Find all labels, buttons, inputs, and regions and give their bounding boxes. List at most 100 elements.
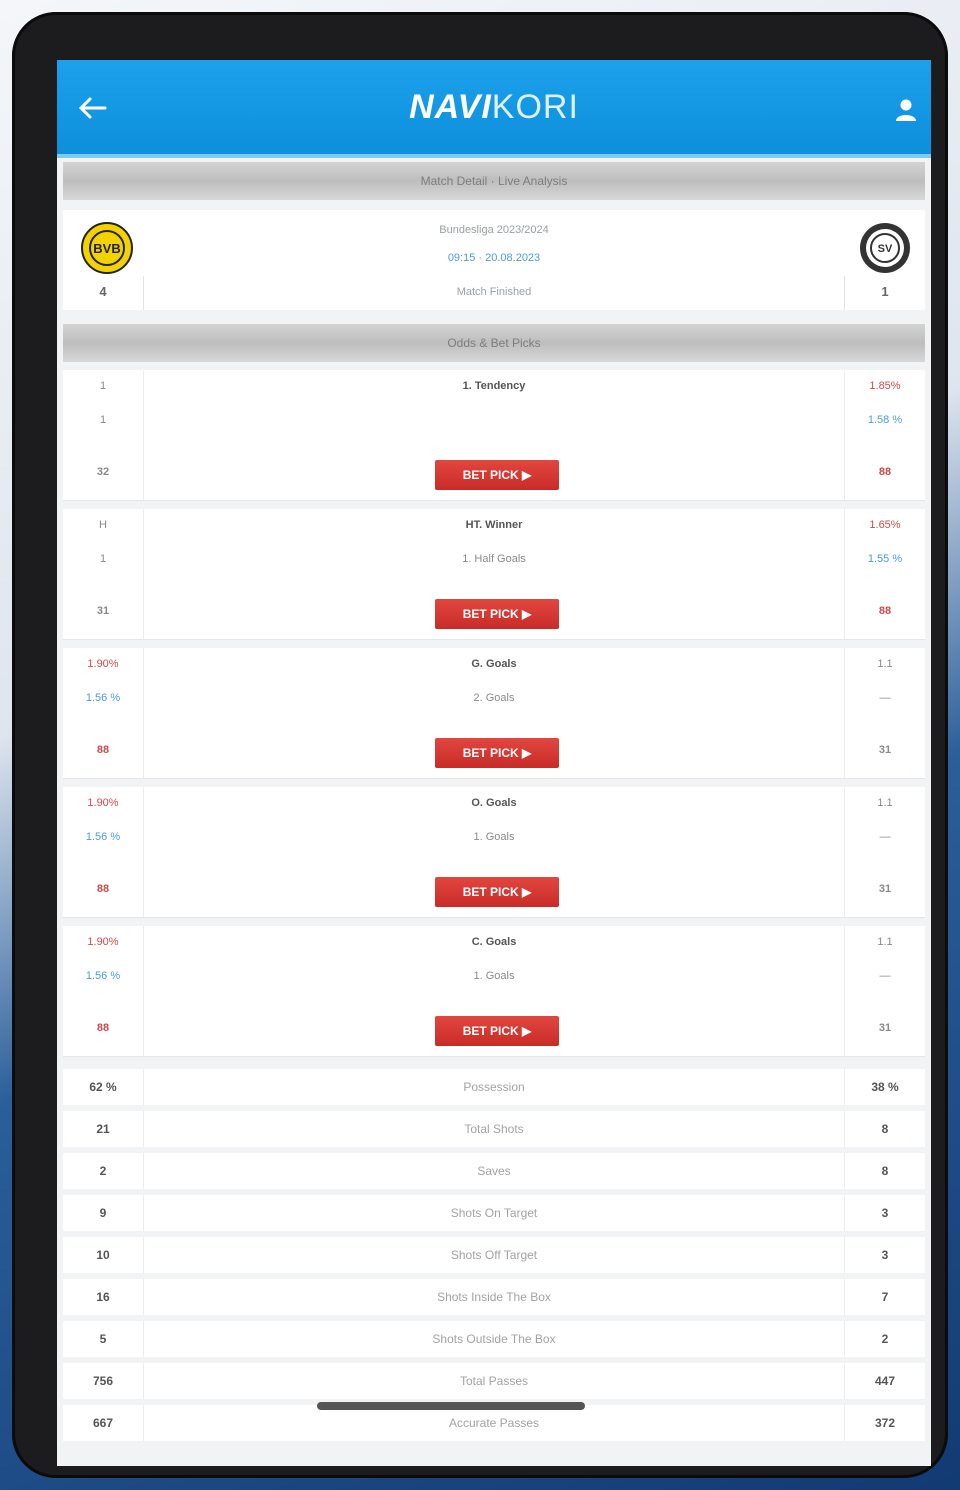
stat-label: Total Passes [459, 1374, 529, 1388]
stat-label: Shots Outside The Box [432, 1332, 556, 1346]
odds-right-line2: — [879, 831, 891, 843]
logo-bold-text: NAVI [409, 87, 492, 126]
stat-home-value: 62 % [63, 1069, 144, 1105]
odds-right-line1: 1.1 [877, 658, 893, 670]
match-card: BVB Bundesliga 2023/2024 09:15 · 20.08.2… [63, 210, 925, 310]
odds-market-sub: 2. Goals [473, 692, 515, 704]
app-logo: NAVIKORI [409, 88, 579, 127]
stat-home-value: 756 [63, 1363, 144, 1399]
stats-list: 62 % Possession 38 % 21 Total Shots 8 2 … [63, 1069, 925, 1441]
away-logo-text: SV [878, 243, 893, 255]
stat-away-value: 38 % [844, 1069, 925, 1105]
match-divider-left [143, 276, 144, 310]
odds-market-name: 1. Tendency [462, 380, 526, 392]
odds-left-line1: 1.90% [87, 658, 119, 670]
odds-right-column: 1.1 — 31 [844, 926, 925, 1056]
odds-left-line2: 1 [99, 414, 107, 426]
odds-block: 1.90% 1.56 % 88 O. Goals 1. Goals BET PI… [63, 787, 925, 918]
odds-market-name: G. Goals [471, 658, 517, 670]
odds-left-line1: 1 [99, 380, 107, 392]
stat-away-value: 7 [844, 1279, 925, 1315]
odds-market-sub: 1. Goals [473, 831, 515, 843]
odds-list: 1 1 32 1. Tendency BET PICK ▶ 1.85% 1.58… [57, 370, 931, 1057]
match-section-header: Match Detail · Live Analysis [63, 162, 925, 200]
odds-left-badge: 88 [96, 744, 110, 756]
stat-row: 62 % Possession 38 % [63, 1069, 925, 1105]
odds-block: 1.90% 1.56 % 88 C. Goals 1. Goals BET PI… [63, 926, 925, 1057]
league-name: Bundesliga 2023/2024 [439, 224, 549, 236]
odds-right-line2: — [879, 970, 891, 982]
stat-row: 5 Shots Outside The Box 2 [63, 1321, 925, 1357]
stat-label: Possession [463, 1080, 525, 1094]
odds-right-badge: 31 [878, 883, 892, 895]
odds-section-header: Odds & Bet Picks [63, 324, 925, 362]
stat-row: 16 Shots Inside The Box 7 [63, 1279, 925, 1315]
stat-home-value: 667 [63, 1405, 144, 1441]
odds-right-column: 1.1 — 31 [844, 648, 925, 778]
odds-left-column: 1.90% 1.56 % 88 [63, 926, 144, 1056]
stat-row: 2 Saves 8 [63, 1153, 925, 1189]
user-icon[interactable] [895, 98, 917, 122]
stat-row: 756 Total Passes 447 [63, 1363, 925, 1399]
bet-pick-button[interactable]: BET PICK ▶ [435, 460, 559, 490]
odds-block: H 1 31 HT. Winner 1. Half Goals BET PICK… [63, 509, 925, 640]
match-datetime: 09:15 · 20.08.2023 [447, 252, 541, 264]
odds-left-badge: 32 [96, 466, 110, 478]
odds-market-sub: 1. Half Goals [462, 553, 526, 565]
stat-away-value: 3 [844, 1195, 925, 1231]
odds-block: 1 1 32 1. Tendency BET PICK ▶ 1.85% 1.58… [63, 370, 925, 501]
odds-left-line2: 1.56 % [85, 692, 121, 704]
odds-market-name: O. Goals [471, 797, 517, 809]
odds-left-badge: 31 [96, 605, 110, 617]
odds-right-line2: 1.58 % [867, 414, 903, 426]
stat-home-value: 21 [63, 1111, 144, 1147]
odds-right-line1: 1.1 [877, 936, 893, 948]
tablet-frame: NAVIKORI Match Detail · Live Analysis BV… [12, 12, 948, 1478]
odds-right-badge: 31 [878, 744, 892, 756]
stat-away-value: 447 [844, 1363, 925, 1399]
odds-left-column: 1 1 32 [63, 370, 144, 500]
away-score: 1 [881, 284, 889, 299]
odds-right-line2: — [879, 692, 891, 704]
stat-away-value: 8 [844, 1153, 925, 1189]
odds-right-line1: 1.85% [869, 380, 901, 392]
odds-market-sub: 1. Goals [473, 970, 515, 982]
bet-pick-button[interactable]: BET PICK ▶ [435, 877, 559, 907]
stat-home-value: 16 [63, 1279, 144, 1315]
match-status: Match Finished [456, 286, 532, 298]
stat-row: 10 Shots Off Target 3 [63, 1237, 925, 1273]
odds-left-line1: H [99, 519, 107, 531]
stat-row: 667 Accurate Passes 372 [63, 1405, 925, 1441]
odds-right-column: 1.1 — 31 [844, 787, 925, 917]
odds-left-line2: 1.56 % [85, 970, 121, 982]
stat-home-value: 10 [63, 1237, 144, 1273]
odds-right-badge: 31 [878, 1022, 892, 1034]
odds-left-column: 1.90% 1.56 % 88 [63, 648, 144, 778]
home-score: 4 [99, 284, 107, 299]
stat-home-value: 9 [63, 1195, 144, 1231]
odds-right-column: 1.65% 1.55 % 88 [844, 509, 925, 639]
back-arrow-icon[interactable] [77, 96, 107, 120]
stat-away-value: 8 [844, 1111, 925, 1147]
odds-left-badge: 88 [96, 883, 110, 895]
odds-left-badge: 88 [96, 1022, 110, 1034]
odds-market-name: C. Goals [471, 936, 517, 948]
bet-pick-button[interactable]: BET PICK ▶ [435, 599, 559, 629]
stat-row: 21 Total Shots 8 [63, 1111, 925, 1147]
odds-right-column: 1.85% 1.58 % 88 [844, 370, 925, 500]
stat-row: 9 Shots On Target 3 [63, 1195, 925, 1231]
odds-left-line1: 1.90% [87, 936, 119, 948]
stat-home-value: 5 [63, 1321, 144, 1357]
bet-pick-button[interactable]: BET PICK ▶ [435, 738, 559, 768]
app-screen: NAVIKORI Match Detail · Live Analysis BV… [57, 60, 931, 1466]
odds-right-line2: 1.55 % [867, 553, 903, 565]
home-indicator-bar[interactable] [317, 1402, 585, 1410]
stat-label: Saves [477, 1164, 511, 1178]
bet-pick-button[interactable]: BET PICK ▶ [435, 1016, 559, 1046]
stat-label: Accurate Passes [448, 1416, 540, 1430]
odds-block: 1.90% 1.56 % 88 G. Goals 2. Goals BET PI… [63, 648, 925, 779]
odds-left-line1: 1.90% [87, 797, 119, 809]
odds-right-badge: 88 [878, 605, 892, 617]
top-bar: NAVIKORI [57, 60, 931, 158]
odds-left-line2: 1.56 % [85, 831, 121, 843]
